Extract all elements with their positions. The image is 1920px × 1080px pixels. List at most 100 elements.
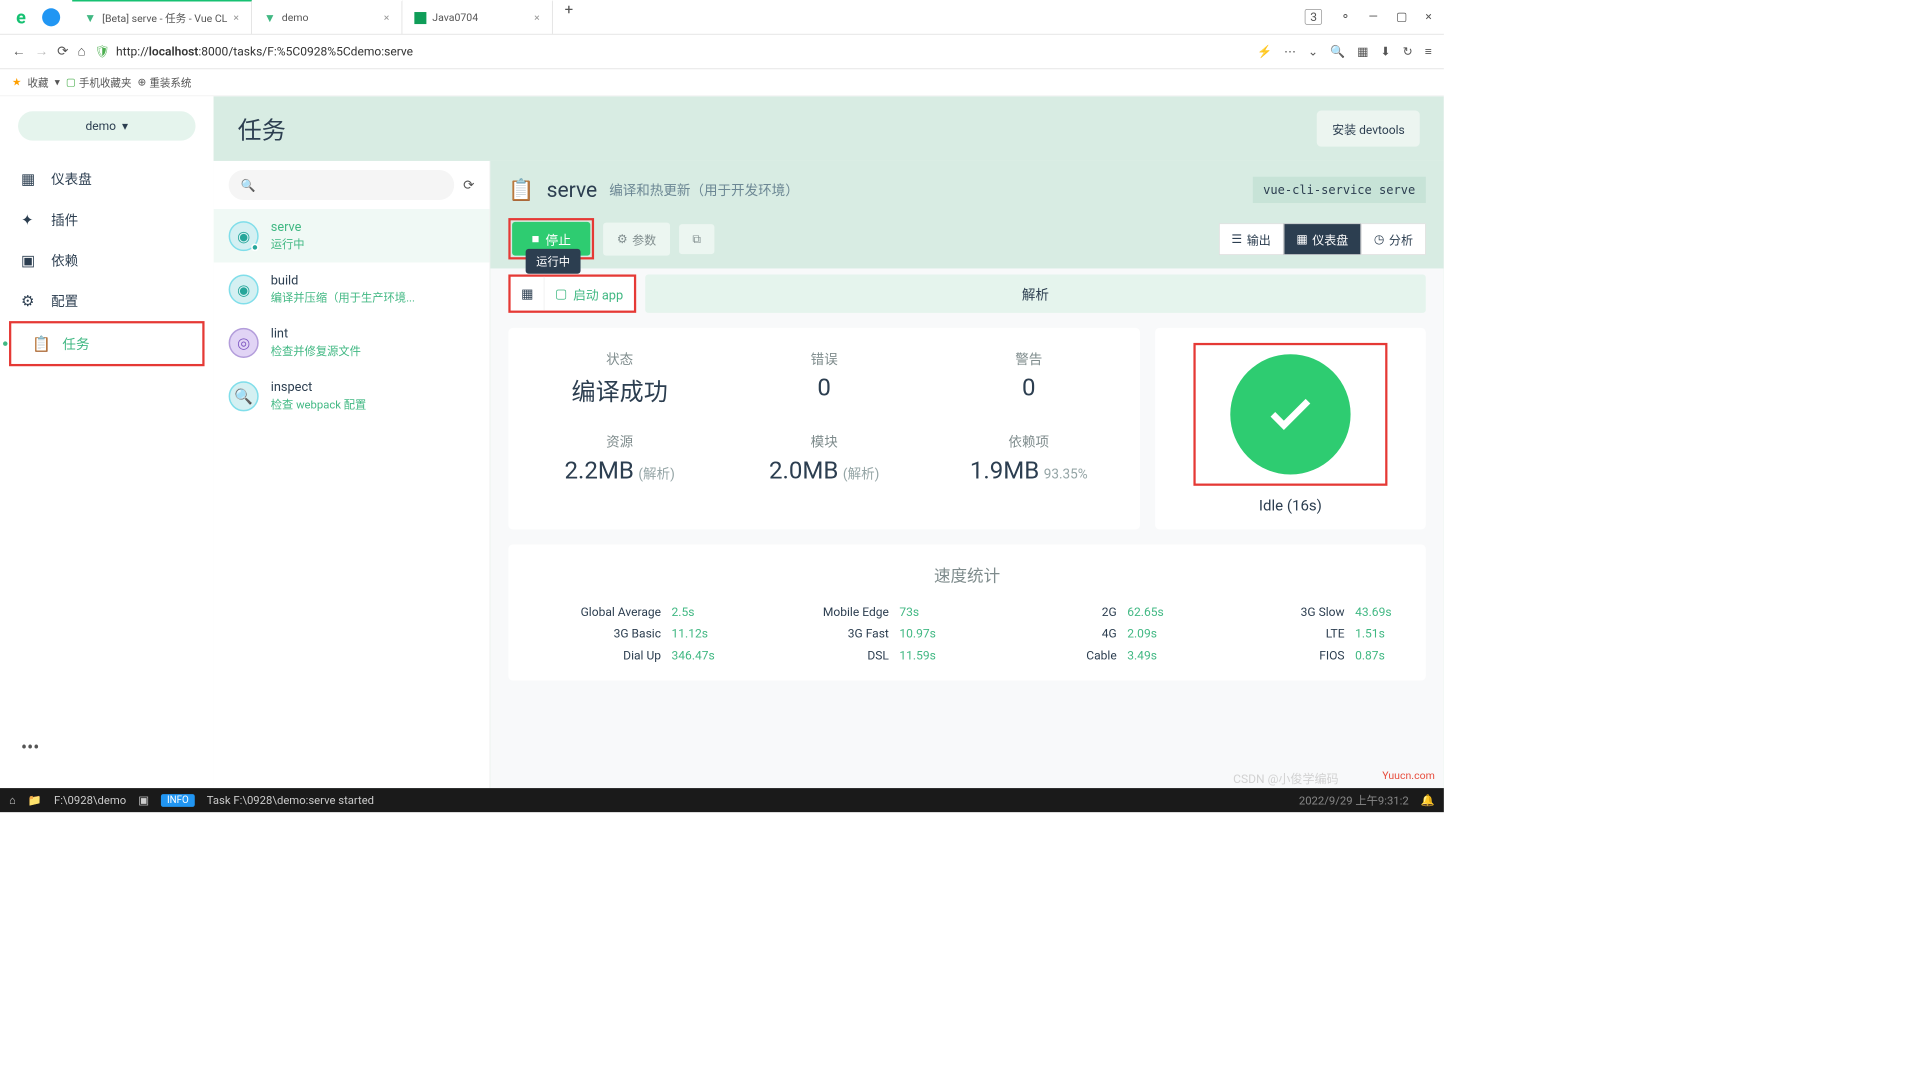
open-external-button[interactable]: ⧉ [679,224,715,254]
terminal-icon[interactable]: ▣ [138,793,149,807]
sidebar-item-dashboard[interactable]: ▦ 仪表盘 [0,159,214,200]
close-icon[interactable]: × [534,12,540,24]
mode-analyze-button[interactable]: ◷分析 [1361,223,1426,255]
task-item-build[interactable]: ◉ build 编译并压缩（用于生产环境... [214,262,490,315]
star-icon: ★ [12,76,21,88]
flash-icon[interactable]: ⚡ [1257,44,1272,59]
more-menu[interactable]: ••• [0,722,214,773]
parse-tab[interactable]: 解析 [645,274,1426,312]
params-button[interactable]: ⚙ 参数 [603,222,669,255]
speed-item: 3G Basic11.12s [526,626,724,640]
task-subtitle: 编译和热更新（用于开发环境） [609,180,799,200]
clipboard-icon: 📋 [32,335,50,353]
chevron-down-icon[interactable]: ▾ [55,76,60,88]
task-item-lint[interactable]: ◎ lint 检查并修复源文件 [214,316,490,369]
command-badge: vue-cli-service serve [1253,176,1426,202]
apps-icon[interactable]: ▦ [1357,44,1368,59]
notification-icon[interactable]: 🔔 [1421,793,1435,807]
stat-label: 模块 [734,432,914,452]
back-button[interactable]: ← [12,44,26,60]
speed-name: Global Average [581,605,661,619]
task-name: serve [271,220,305,235]
speed-value: 10.97s [899,626,952,640]
sidebar-item-config[interactable]: ⚙ 配置 [0,280,214,321]
forward-button[interactable]: → [35,44,49,60]
task-name: lint [271,326,361,341]
speed-name: 3G Basic [614,626,661,640]
menu-icon[interactable]: ≡ [1425,44,1432,59]
stat-label: 资源 [529,432,709,452]
status-time: 2022/9/29 上午9:31:2 [1299,792,1409,808]
task-desc: 检查并修复源文件 [271,343,361,359]
close-window-icon[interactable]: × [1425,9,1431,25]
more-icon[interactable]: ⋯ [1284,44,1296,59]
speed-value: 346.47s [672,648,725,662]
window-icon: ▢ [555,286,567,301]
sidebar-item-dependencies[interactable]: ▣ 依赖 [0,240,214,281]
stat-value: 2.2MB(解析) [529,456,709,485]
task-item-inspect[interactable]: 🔍 inspect 检查 webpack 配置 [214,369,490,422]
close-icon[interactable]: × [384,12,390,24]
chevron-down-icon[interactable]: ⌄ [1308,44,1318,59]
project-selector[interactable]: demo▾ [18,111,195,140]
page-title: 任务 [238,111,286,146]
close-icon[interactable]: × [233,12,239,24]
tab-title: [Beta] serve - 任务 - Vue CL [102,10,227,25]
home-icon[interactable]: ⌂ [9,793,16,807]
download-icon[interactable]: ⬇ [1381,44,1391,59]
minimize-icon[interactable]: — [1369,9,1378,25]
speed-value: 0.87s [1355,648,1408,662]
stat-value: 编译成功 [529,373,709,408]
browser-tab-2[interactable]: ▼ demo × [252,0,402,34]
search-icon: 🔍 [241,178,256,192]
bookmark-mobile[interactable]: ▢手机收藏夹 [66,75,132,90]
browser-logo: e [6,2,36,32]
stat-label: 错误 [734,349,914,369]
extensions-icon[interactable]: ⚬ [1340,9,1350,25]
search-icon[interactable]: 🔍 [1330,44,1345,59]
task-desc: 编译并压缩（用于生产环境... [271,290,415,306]
new-tab-button[interactable]: + [553,0,586,34]
bookmark-reinstall[interactable]: ⊕重装系统 [137,75,191,90]
mode-dashboard-button[interactable]: ▦仪表盘 [1284,223,1362,255]
gear-icon: ⚙ [21,292,39,310]
sheets-icon [414,12,426,24]
bookmark-bar: ★ 收藏 ▾ ▢手机收藏夹 ⊕重装系统 [0,69,1444,96]
speed-value: 3.49s [1127,648,1180,662]
url-input[interactable]: 🛡 http://localhost:8000/tasks/F:%5C0928%… [95,44,1248,58]
task-name: build [271,273,415,288]
maximize-icon[interactable]: ▢ [1396,9,1407,25]
browser-tab-1[interactable]: ▼ [Beta] serve - 任务 - Vue CL × [72,0,252,34]
home-button[interactable]: ⌂ [78,44,86,60]
task-desc: 检查 webpack 配置 [271,396,367,412]
task-search-input[interactable]: 🔍 [229,170,455,200]
sidebar-item-tasks[interactable]: 📋 任务 [9,321,205,366]
tab-count-badge[interactable]: 3 [1305,9,1322,25]
status-message: Task F:\0928\demo:serve started [207,793,374,807]
bookmark-label[interactable]: 收藏 [27,75,48,90]
dashboard-tab[interactable]: ▦ ▢启动 app [508,274,636,312]
speed-name: DSL [867,648,889,662]
folder-icon[interactable]: 📁 [28,793,42,807]
sidebar: demo▾ ▦ 仪表盘 ✦ 插件 ▣ 依赖 ⚙ 配置 [0,96,214,788]
url-text: http://localhost:8000/tasks/F:%5C0928%5C… [116,44,413,58]
install-devtools-button[interactable]: 安装 devtools [1317,111,1420,147]
running-dot-icon [251,243,259,251]
status-card: Idle (16s) [1155,328,1426,530]
browser-tab-3[interactable]: Java0704 × [402,0,552,34]
gear-icon: ⚙ [617,232,628,246]
speed-name: 3G Fast [848,626,889,640]
mode-output-button[interactable]: ☰输出 [1219,223,1284,255]
reload-button[interactable]: ⟳ [57,44,68,60]
site-watermark: Yuucn.com [1382,770,1435,782]
history-icon[interactable]: ↻ [1403,44,1413,59]
browser-profile-icon[interactable] [42,8,60,26]
speed-value: 2.09s [1127,626,1180,640]
refresh-tasks-button[interactable]: ⟳ [463,177,474,193]
sidebar-item-plugins[interactable]: ✦ 插件 [0,199,214,240]
speed-title: 速度统计 [526,562,1407,586]
project-path[interactable]: F:\0928\demo [54,793,126,807]
speed-item: Cable3.49s [982,648,1180,662]
task-item-serve[interactable]: ◉ serve 运行中 [214,209,490,262]
speed-item: Dial Up346.47s [526,648,724,662]
